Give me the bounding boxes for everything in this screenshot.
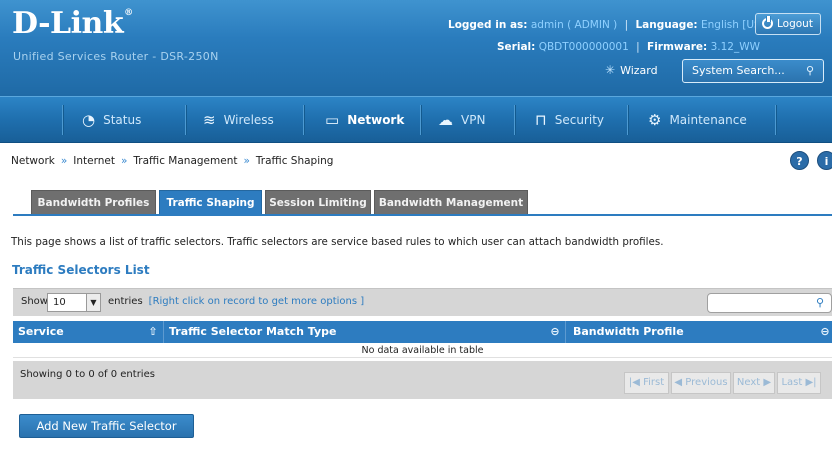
sort-icon[interactable]: ⊖ — [548, 325, 562, 339]
firmware-value: 3.12_WW — [710, 41, 760, 53]
logout-button[interactable]: Logout — [755, 13, 821, 35]
breadcrumb-traffic-management[interactable]: Traffic Management — [133, 155, 237, 167]
table-empty-row: No data available in table — [13, 343, 832, 358]
pager-next-button[interactable]: Next ▶ — [733, 372, 775, 394]
search-icon: ⚲ — [805, 64, 814, 77]
pager-last-button[interactable]: Last ▶| — [777, 372, 821, 394]
info-icon[interactable]: i — [817, 151, 832, 170]
header: D-Link® Unified Services Router - DSR-25… — [0, 0, 832, 96]
product-subtitle: Unified Services Router - DSR-250N — [13, 50, 219, 63]
nav-wireless[interactable]: ≋ Wireless — [203, 97, 274, 143]
wizard-wand-icon: ✳ — [605, 63, 616, 77]
section-title: Traffic Selectors List — [12, 263, 150, 277]
col-match-type[interactable]: Traffic Selector Match Type — [169, 321, 336, 343]
page-description: This page shows a list of traffic select… — [11, 236, 664, 248]
wizard-link[interactable]: ✳ Wizard — [605, 63, 658, 77]
table-search-input[interactable]: ⚲ — [707, 293, 832, 313]
breadcrumb: Network» Internet» Traffic Management» Traf… — [11, 155, 334, 167]
tab-session-limiting[interactable]: Session Limiting — [265, 190, 371, 215]
tab-bandwidth-profiles[interactable]: Bandwidth Profiles — [31, 190, 156, 215]
add-traffic-selector-button[interactable]: Add New Traffic Selector — [19, 414, 194, 438]
pager-previous-button[interactable]: ◀ Previous — [671, 372, 731, 394]
nav-maintenance[interactable]: ⚙ Maintenance — [648, 97, 747, 143]
wifi-icon: ≋ — [203, 111, 216, 129]
nav-network[interactable]: ▭ Network — [325, 97, 404, 143]
breadcrumb-internet[interactable]: Internet — [73, 155, 115, 167]
pager-first-button[interactable]: |◀ First — [624, 372, 669, 394]
login-info: Logged in as: admin ( ADMIN ) | Language… — [448, 19, 765, 31]
dlink-logo: D-Link® — [12, 6, 133, 41]
table-info: Showing 0 to 0 of 0 entries — [20, 369, 155, 380]
breadcrumb-network[interactable]: Network — [11, 155, 55, 167]
nav-security[interactable]: ⊓ Security — [535, 97, 604, 143]
logged-in-user: admin ( ADMIN ) — [530, 19, 618, 31]
col-service[interactable]: Service — [18, 321, 64, 343]
system-search-input[interactable]: System Search... ⚲ — [682, 59, 824, 83]
show-label: Show — [21, 296, 48, 307]
device-info: Serial: QBDT000000001 | Firmware: 3.12_W… — [497, 41, 760, 53]
nav-status[interactable]: ◔ Status — [82, 97, 141, 143]
tab-bandwidth-management[interactable]: Bandwidth Management — [374, 190, 528, 215]
col-bandwidth-profile[interactable]: Bandwidth Profile — [573, 321, 684, 343]
entries-label: entries [Right click on record to get mor… — [108, 296, 365, 307]
search-icon: ⚲ — [815, 296, 824, 309]
gears-icon: ⚙ — [648, 111, 662, 129]
dashboard-gauge-icon: ◔ — [82, 111, 96, 129]
table-header: Service ⇧ Traffic Selector Match Type ⊖ … — [13, 321, 832, 343]
breadcrumb-traffic-shaping: Traffic Shaping — [255, 155, 334, 167]
padlock-icon: ⊓ — [535, 111, 547, 129]
sort-asc-icon[interactable]: ⇧ — [146, 325, 160, 339]
sort-icon[interactable]: ⊖ — [818, 325, 832, 339]
serial-value: QBDT000000001 — [538, 41, 629, 53]
page-length-select[interactable]: 10 ▼ — [47, 293, 101, 312]
right-click-hint: [Right click on record to get more optio… — [148, 296, 365, 307]
help-icon[interactable]: ? — [790, 151, 809, 170]
nav-vpn[interactable]: ☁ VPN — [438, 97, 485, 143]
tab-underline — [13, 214, 832, 216]
main-nav: ◔ Status ≋ Wireless ▭ Network ☁ VPN ⊓ Securit… — [0, 96, 832, 143]
tab-traffic-shaping[interactable]: Traffic Shaping — [159, 190, 262, 215]
monitor-icon: ▭ — [325, 111, 340, 129]
table-toolbar: Show 10 ▼ entries [Right click on record … — [13, 288, 832, 316]
power-icon — [762, 16, 773, 29]
cloud-lock-icon: ☁ — [438, 111, 453, 129]
chevron-down-icon: ▼ — [86, 294, 100, 311]
